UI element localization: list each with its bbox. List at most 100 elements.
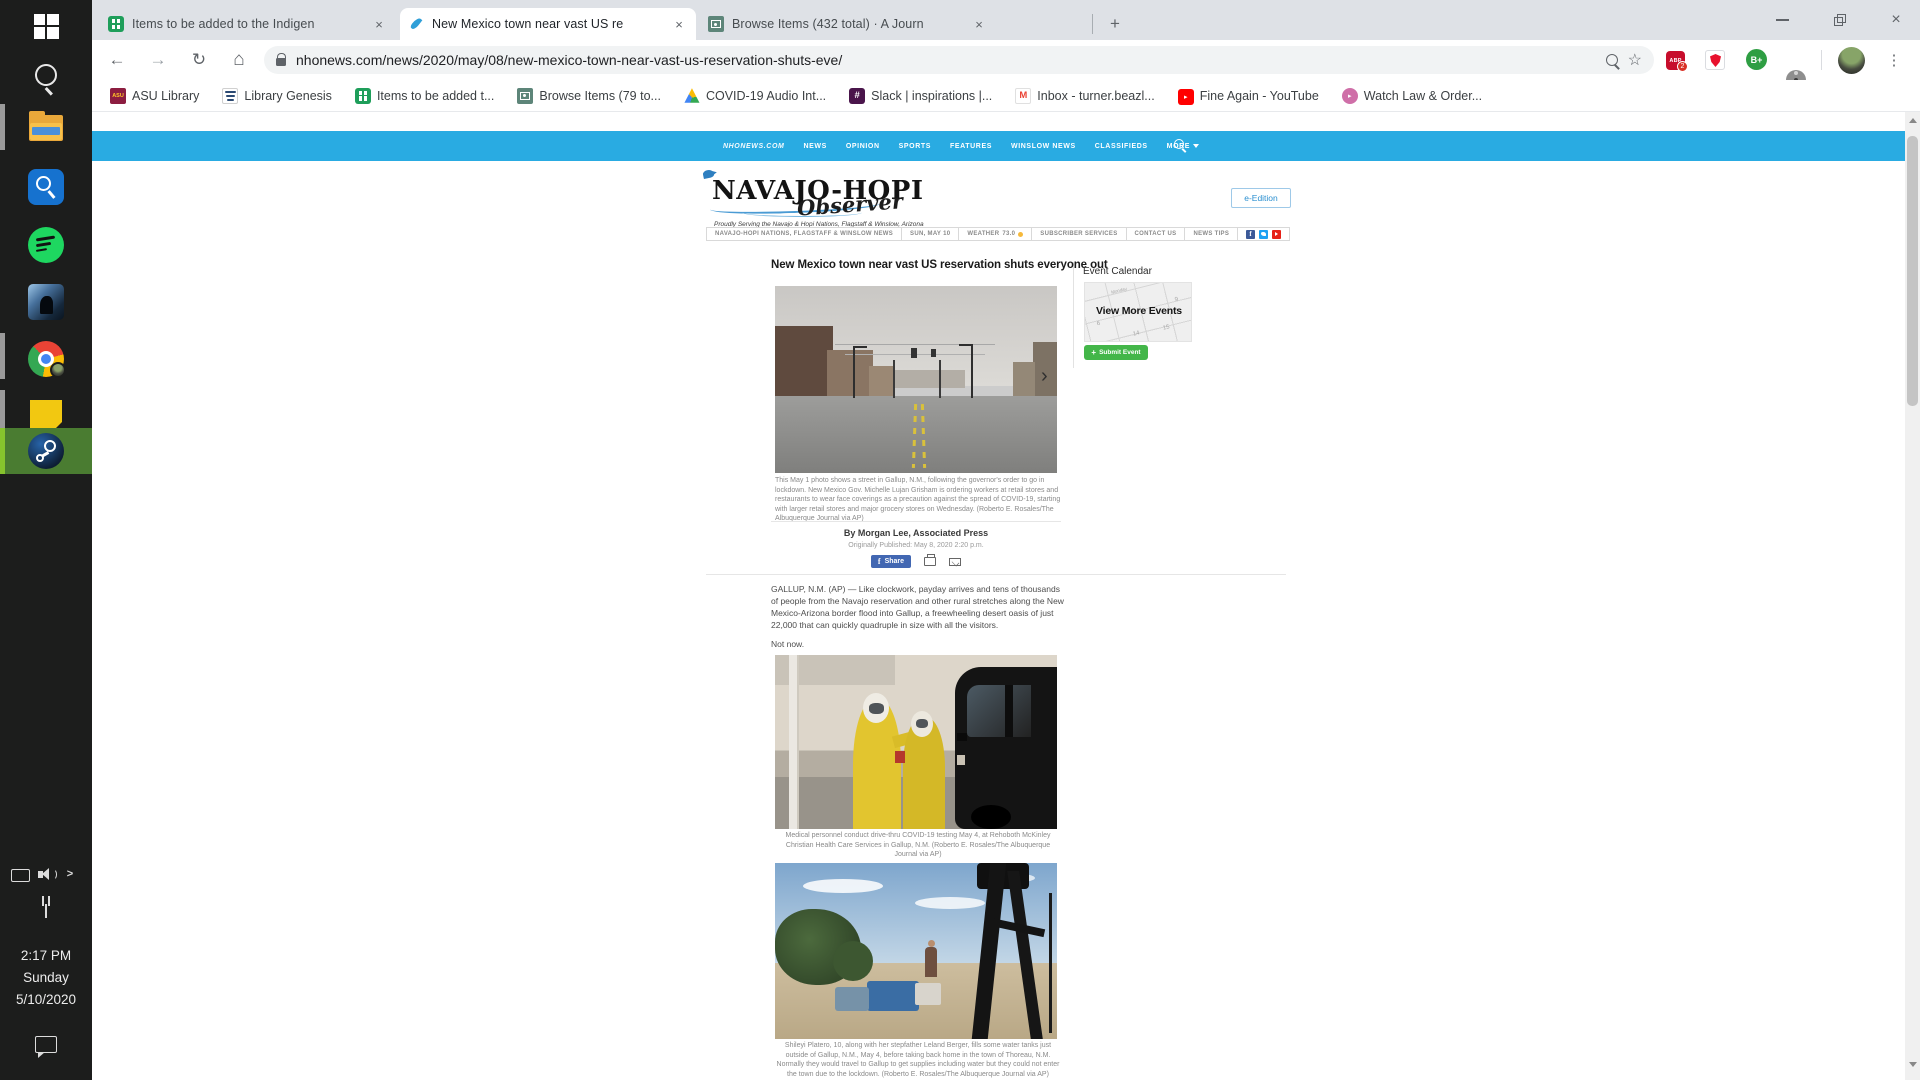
library-genesis-favicon	[222, 88, 238, 104]
site-search-icon[interactable]	[1174, 139, 1184, 149]
https-lock-icon[interactable]	[276, 58, 286, 66]
display-icon[interactable]	[8, 866, 32, 884]
event-calendar-image[interactable]: Monday 9 6 14 15 View More Events	[1084, 282, 1192, 342]
tuning-fork-icon[interactable]	[36, 896, 56, 922]
nav-item-nhonews[interactable]: NHONEWS.COM	[723, 143, 784, 150]
weather-value: 73.0	[1002, 231, 1015, 237]
nav-item-opinion[interactable]: OPINION	[846, 143, 880, 150]
bookmark-slack[interactable]: #Slack | inspirations |...	[849, 88, 992, 104]
tab-title: Items to be added to the Indigen	[132, 17, 362, 31]
toolbar-separator	[1821, 50, 1822, 70]
tab-separator	[1092, 14, 1093, 34]
divider	[706, 574, 1286, 575]
scroll-down-icon[interactable]	[1909, 1062, 1917, 1067]
article-paragraph: Not now.	[771, 638, 1065, 650]
steam-icon[interactable]	[28, 432, 64, 470]
address-bar[interactable]: nhonews.com/news/2020/may/08/new-mexico-…	[264, 46, 1654, 74]
spotify-icon[interactable]	[28, 226, 64, 264]
forward-button[interactable]: →	[144, 46, 172, 74]
subnav-weather[interactable]: WEATHER73.0	[959, 227, 1032, 241]
nav-item-sports[interactable]: SPORTS	[899, 143, 931, 150]
bookmark-covid-audio[interactable]: COVID-19 Audio Int...	[684, 88, 826, 104]
bookmark-asu-library[interactable]: ASUASU Library	[110, 88, 199, 104]
article-byline: By Morgan Lee, Associated Press	[771, 528, 1061, 538]
bookmark-star-icon[interactable]: ☆	[1628, 50, 1642, 70]
youtube-favicon: ▸	[1178, 89, 1194, 105]
close-tab-icon[interactable]: ×	[670, 15, 688, 33]
back-button[interactable]: ←	[103, 46, 131, 74]
minimize-button[interactable]	[1759, 0, 1805, 40]
tab-new-mexico-article[interactable]: New Mexico town near vast US re ×	[400, 8, 696, 40]
steam-active-indicator	[0, 428, 5, 474]
extension-badge: 2	[1677, 61, 1688, 72]
facebook-share-button[interactable]: fShare	[871, 555, 911, 568]
facebook-icon[interactable]: f	[1246, 230, 1255, 239]
magnifier-app-icon[interactable]	[28, 168, 64, 206]
view-more-events-label[interactable]: View More Events	[1085, 305, 1192, 317]
subnav-region[interactable]: NAVAJO-HOPI NATIONS, FLAGSTAFF & WINSLOW…	[706, 227, 902, 241]
article-photo-street: ›	[775, 286, 1057, 473]
file-explorer-icon[interactable]	[28, 112, 64, 144]
bookmark-library-genesis[interactable]: Library Genesis	[222, 88, 332, 104]
e-edition-button[interactable]: e-Edition	[1231, 188, 1291, 208]
start-button-icon[interactable]	[26, 10, 66, 42]
tab-browse-items[interactable]: Browse Items (432 total) · A Journ ×	[700, 8, 996, 40]
clock-day: Sunday	[0, 970, 92, 985]
photo-caption: Shileyi Platero, 10, along with her step…	[775, 1041, 1061, 1079]
bookmark-youtube[interactable]: ▸Fine Again - YouTube	[1178, 87, 1319, 105]
slack-favicon: #	[849, 88, 865, 104]
bookmark-label: Watch Law & Order...	[1364, 89, 1482, 103]
bookmark-label: COVID-19 Audio Int...	[706, 89, 826, 103]
expand-tray-chevron-icon[interactable]: >	[62, 864, 78, 884]
column-divider	[1073, 262, 1074, 368]
article-paragraph: GALLUP, N.M. (AP) — Like clockwork, payd…	[771, 583, 1065, 631]
print-icon[interactable]	[924, 557, 936, 566]
action-center-icon[interactable]	[32, 1030, 60, 1058]
browser-menu-icon[interactable]: ⋮	[1884, 48, 1904, 72]
chrome-icon[interactable]	[28, 340, 64, 378]
windows-logo-icon	[34, 14, 59, 39]
volume-icon[interactable]	[34, 864, 60, 884]
photo-caption: Medical personnel conduct drive-thru COV…	[775, 831, 1061, 860]
taskbar-search-icon[interactable]	[26, 56, 66, 94]
restore-button[interactable]	[1817, 0, 1863, 40]
close-tab-icon[interactable]: ×	[970, 15, 988, 33]
gmail-favicon: M	[1015, 88, 1031, 104]
feather-favicon	[408, 16, 424, 32]
article-photo-testing	[775, 655, 1057, 829]
shield-extension-icon[interactable]	[1705, 50, 1725, 70]
bookmark-watch-law-order[interactable]: ▸Watch Law & Order...	[1342, 88, 1482, 104]
close-window-button[interactable]: ×	[1873, 0, 1919, 40]
submit-event-button[interactable]: + Submit Event	[1084, 345, 1148, 360]
scroll-up-icon[interactable]	[1909, 118, 1917, 123]
youtube-icon[interactable]	[1272, 230, 1281, 239]
new-tab-button[interactable]: +	[1100, 8, 1130, 40]
url-text[interactable]: nhonews.com/news/2020/may/08/new-mexico-…	[296, 52, 1596, 68]
site-subnav: NAVAJO-HOPI NATIONS, FLAGSTAFF & WINSLOW…	[706, 227, 1290, 241]
subnav-contact-us[interactable]: CONTACT US	[1127, 227, 1186, 241]
subnav-subscriber-services[interactable]: SUBSCRIBER SERVICES	[1032, 227, 1126, 241]
email-icon[interactable]	[949, 558, 961, 566]
bplus-extension-icon[interactable]: B+	[1746, 49, 1767, 70]
profile-avatar[interactable]	[1838, 47, 1865, 74]
twitter-icon[interactable]	[1259, 230, 1268, 239]
scrollbar-thumb[interactable]	[1907, 136, 1918, 406]
bookmark-browse-items[interactable]: Browse Items (79 to...	[517, 88, 661, 104]
clock-date: 5/10/2020	[0, 992, 92, 1007]
nav-item-features[interactable]: FEATURES	[950, 143, 992, 150]
bookmark-items-to-be-added[interactable]: Items to be added t...	[355, 88, 494, 104]
page-zoom-icon[interactable]	[1606, 54, 1618, 66]
reload-button[interactable]: ↻	[185, 46, 213, 74]
close-tab-icon[interactable]: ×	[370, 15, 388, 33]
nav-item-winslow-news[interactable]: WINSLOW NEWS	[1011, 143, 1076, 150]
subnav-news-tips[interactable]: NEWS TIPS	[1185, 227, 1238, 241]
nav-item-news[interactable]: NEWS	[803, 143, 826, 150]
bookmark-label: Inbox - turner.beazl...	[1037, 89, 1154, 103]
next-photo-icon[interactable]: ›	[1041, 366, 1048, 386]
tab-items-to-be-added[interactable]: Items to be added to the Indigen ×	[100, 8, 396, 40]
nav-item-classifieds[interactable]: CLASSIFIEDS	[1095, 143, 1148, 150]
bookmark-gmail-inbox[interactable]: M Inbox - turner.beazl...	[1015, 88, 1154, 104]
event-calendar-heading: Event Calendar	[1083, 266, 1152, 277]
kindle-icon[interactable]	[28, 283, 64, 321]
home-button[interactable]: ⌂	[225, 46, 253, 74]
